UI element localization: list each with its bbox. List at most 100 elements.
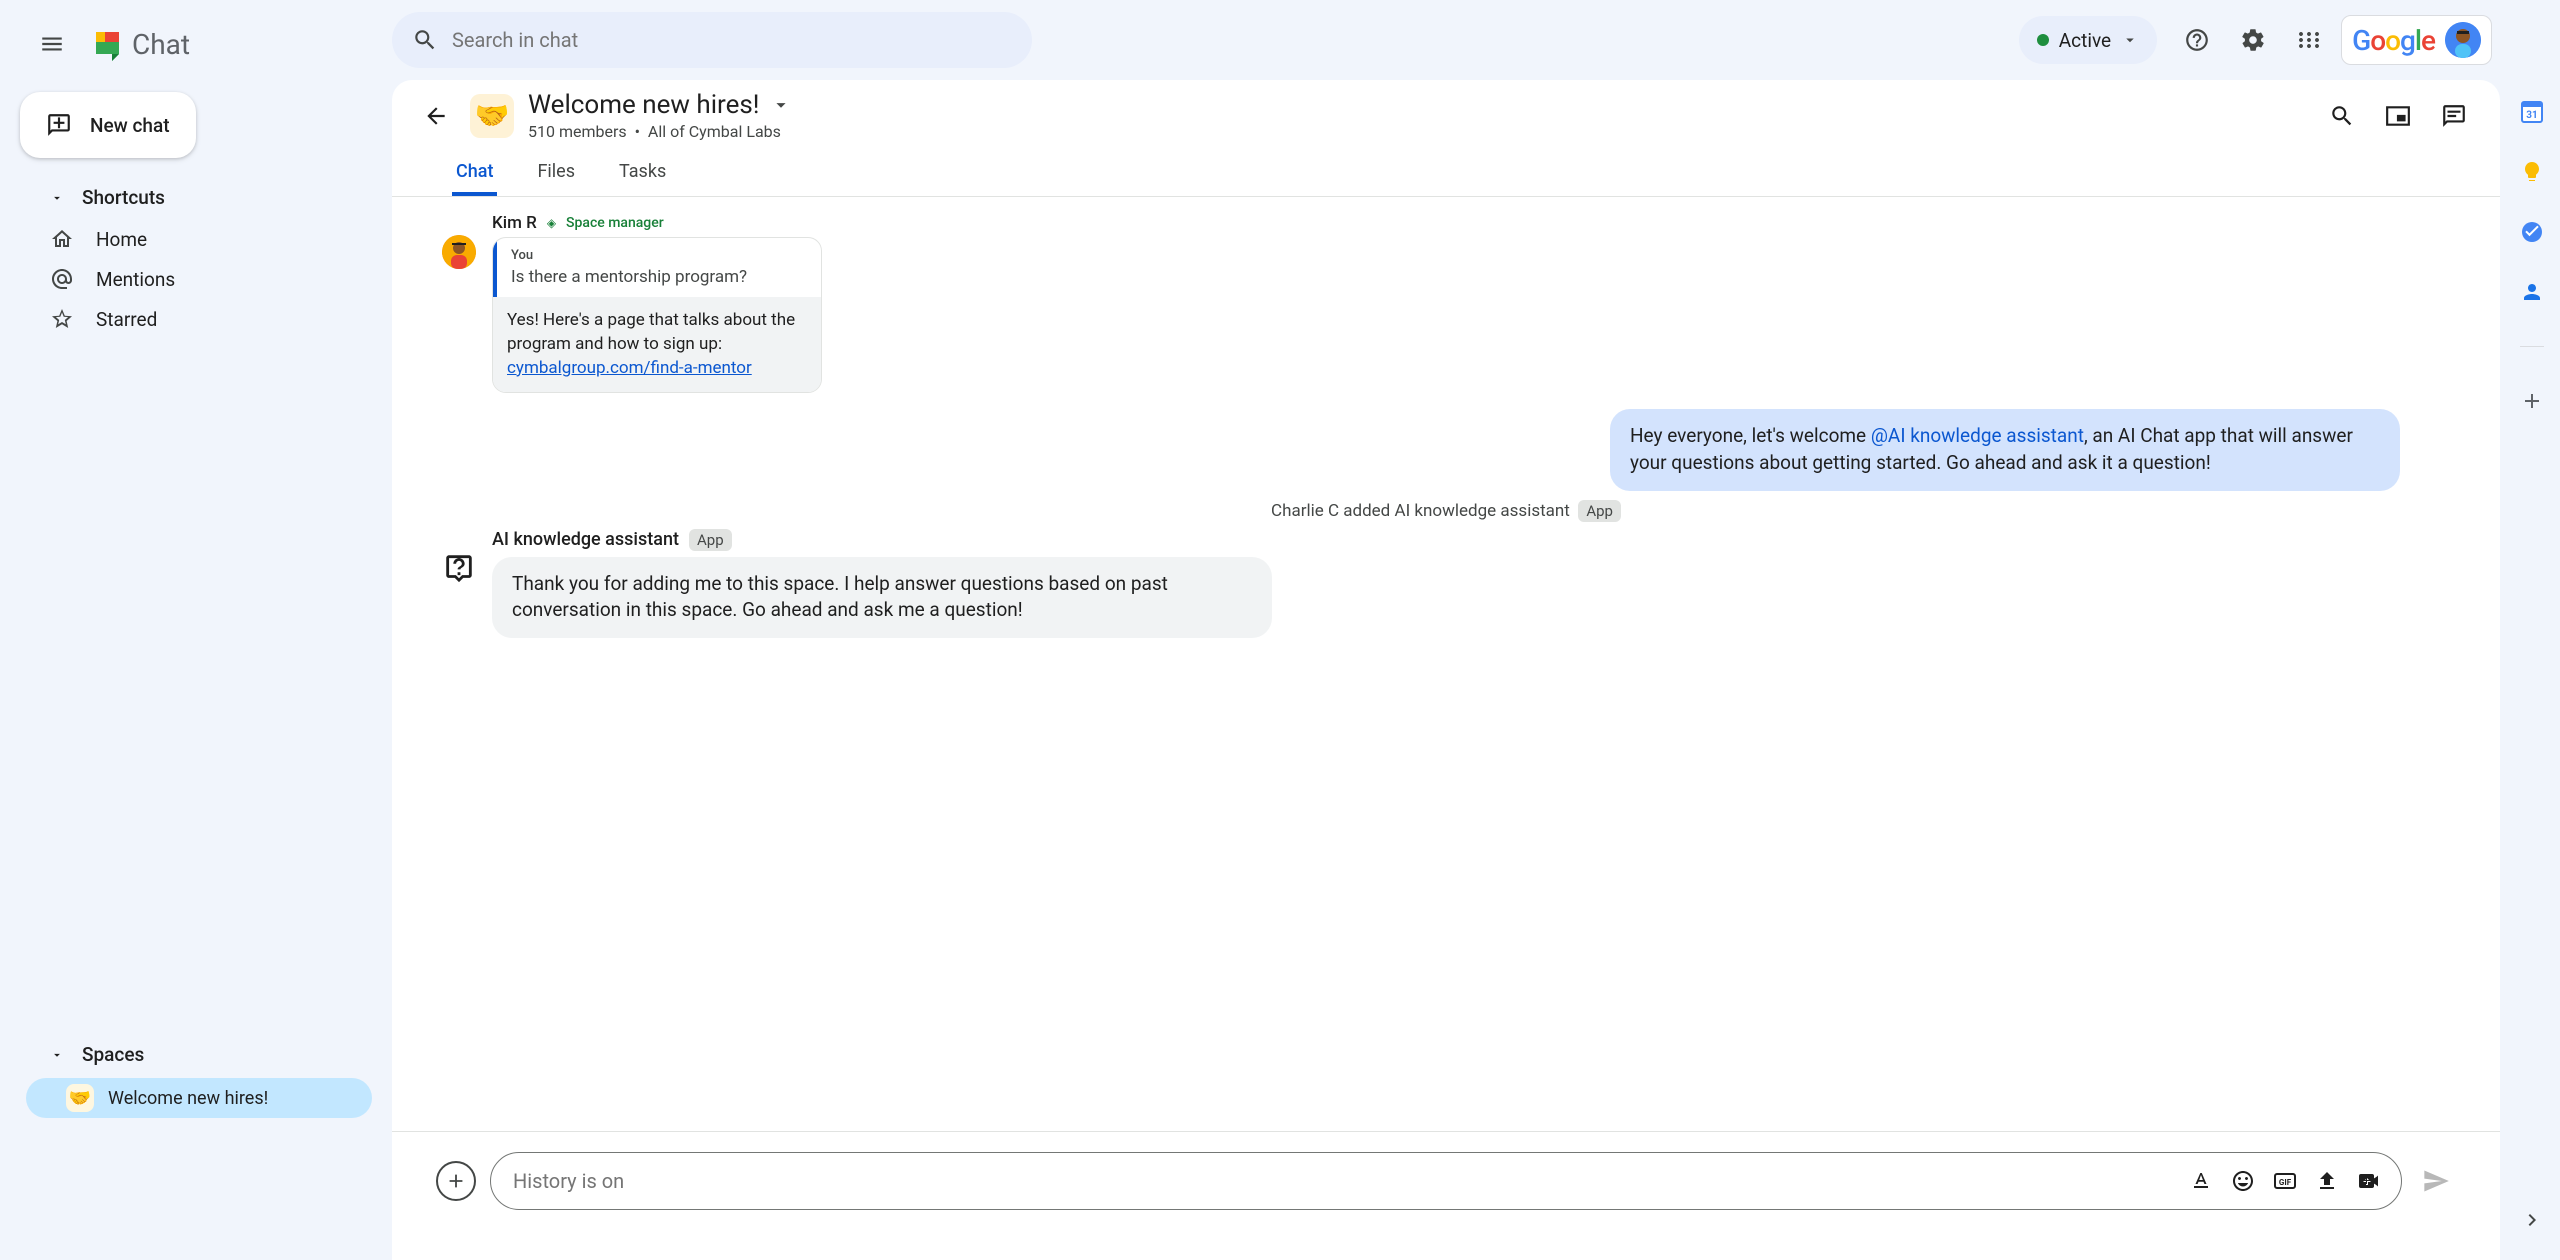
home-icon <box>50 227 74 251</box>
apps-button[interactable] <box>2285 16 2333 64</box>
status-label: Active <box>2059 29 2111 52</box>
spaces-header[interactable]: Spaces <box>0 1033 392 1076</box>
chevron-down-icon <box>50 1048 64 1062</box>
kim-avatar <box>442 235 476 269</box>
emoji-button[interactable] <box>2225 1163 2261 1199</box>
tab-chat[interactable]: Chat <box>452 149 497 196</box>
mentions-icon <box>50 267 74 291</box>
main-column: Active Google <box>392 0 2504 1260</box>
get-addons-button[interactable] <box>2520 389 2544 413</box>
compose-input-wrapper[interactable]: GIF <box>490 1152 2402 1210</box>
sidebar-item-starred[interactable]: Starred <box>0 299 372 339</box>
thread-panel-button[interactable] <box>2432 94 2476 138</box>
gear-icon <box>2240 27 2266 53</box>
space-item-welcome-new-hires[interactable]: 🤝 Welcome new hires! <box>26 1078 372 1118</box>
quote-author: You <box>511 248 807 263</box>
reply-link[interactable]: cymbalgroup.com/find-a-mentor <box>507 358 752 378</box>
back-button[interactable] <box>416 96 456 136</box>
gif-button[interactable]: GIF <box>2267 1163 2303 1199</box>
chat-panel: 🤝 Welcome new hires! 510 members • All o… <box>392 80 2500 1260</box>
composer: GIF <box>392 1132 2500 1260</box>
ai-avatar <box>442 551 476 585</box>
ai-message-body: Thank you for adding me to this space. I… <box>492 557 1272 638</box>
app-name: Chat <box>132 28 190 61</box>
sender-name: Kim R <box>492 213 537 233</box>
arrow-left-icon <box>423 103 449 129</box>
gif-icon: GIF <box>2273 1169 2297 1193</box>
sidebar-item-home[interactable]: Home <box>0 219 372 259</box>
sidebar-item-label: Starred <box>96 308 157 331</box>
quote-text: Is there a mentorship program? <box>511 267 807 287</box>
upload-button[interactable] <box>2309 1163 2345 1199</box>
emoji-icon <box>2231 1169 2255 1193</box>
reply-body: Yes! Here's a page that talks about the … <box>493 297 821 392</box>
ai-bot-icon <box>442 551 476 585</box>
search-in-space-button[interactable] <box>2320 94 2364 138</box>
chevron-down-icon <box>2121 31 2139 49</box>
send-button[interactable] <box>2416 1161 2456 1201</box>
new-chat-icon <box>46 112 72 138</box>
space-avatar: 🤝 <box>470 94 514 138</box>
sender-role: Space manager <box>566 215 664 231</box>
chevron-down-icon <box>50 191 64 205</box>
help-button[interactable] <box>2173 16 2221 64</box>
system-event: Charlie C added AI knowledge assistant A… <box>442 501 2450 521</box>
status-dot-icon <box>2037 34 2049 46</box>
chevron-down-icon[interactable] <box>770 94 792 116</box>
side-panel-toggle[interactable] <box>2512 1200 2552 1240</box>
tab-tasks[interactable]: Tasks <box>615 149 670 196</box>
top-icons: Google <box>2173 15 2492 65</box>
apps-grid-icon <box>2297 28 2321 52</box>
manager-diamond-icon: ◈ <box>547 216 556 230</box>
chevron-right-icon <box>2520 1208 2544 1232</box>
contacts-app-icon[interactable] <box>2520 280 2544 304</box>
menu-icon <box>39 31 65 57</box>
left-sidebar: Chat New chat Shortcuts Home Mentions St… <box>0 0 392 1260</box>
message-kim: Kim R ◈ Space manager You Is there a men… <box>442 213 2450 393</box>
new-chat-button[interactable]: New chat <box>20 92 196 158</box>
format-button[interactable] <box>2183 1163 2219 1199</box>
main-menu-button[interactable] <box>28 20 76 68</box>
tabs: Chat Files Tasks <box>392 149 2500 197</box>
space-subtitle: 510 members • All of Cymbal Labs <box>528 122 792 141</box>
video-button[interactable] <box>2351 1163 2387 1199</box>
chat-header: 🤝 Welcome new hires! 510 members • All o… <box>392 80 2500 141</box>
svg-text:31: 31 <box>2526 110 2537 121</box>
upload-icon <box>2315 1169 2339 1193</box>
tab-files[interactable]: Files <box>533 149 579 196</box>
sidebar-item-label: Mentions <box>96 268 175 291</box>
calendar-app-icon[interactable]: 31 <box>2520 100 2544 124</box>
starred-icon <box>50 307 74 331</box>
help-icon <box>2184 27 2210 53</box>
settings-button[interactable] <box>2229 16 2277 64</box>
ai-mention[interactable]: @AI knowledge assistant <box>1871 424 2084 447</box>
google-account[interactable]: Google <box>2341 15 2492 65</box>
spaces-section: Spaces 🤝 Welcome new hires! <box>0 1033 392 1260</box>
top-bar-left: Chat <box>0 12 392 76</box>
new-chat-label: New chat <box>90 114 170 137</box>
status-chip[interactable]: Active <box>2019 16 2157 64</box>
pip-button[interactable] <box>2376 94 2420 138</box>
top-bar: Active Google <box>392 0 2504 80</box>
tasks-app-icon[interactable] <box>2520 220 2544 244</box>
app-badge: App <box>1578 500 1621 522</box>
svg-text:GIF: GIF <box>2279 1178 2292 1187</box>
space-title: Welcome new hires! <box>528 90 760 120</box>
search-input[interactable] <box>452 28 1012 52</box>
sidebar-item-mentions[interactable]: Mentions <box>0 259 372 299</box>
app-badge: App <box>689 529 732 551</box>
shortcuts-header[interactable]: Shortcuts <box>0 176 392 219</box>
pip-icon <box>2385 103 2411 129</box>
header-actions <box>2320 94 2476 138</box>
add-button[interactable] <box>436 1161 476 1201</box>
search-box[interactable] <box>392 12 1032 68</box>
sidebar-item-label: Home <box>96 228 147 251</box>
chat-logo-icon <box>86 24 126 64</box>
chat-logo: Chat <box>80 24 190 64</box>
send-icon <box>2422 1167 2450 1195</box>
handshake-icon: 🤝 <box>66 1084 94 1112</box>
compose-input[interactable] <box>513 1169 2177 1193</box>
space-item-label: Welcome new hires! <box>108 1088 268 1109</box>
user-avatar[interactable] <box>2445 22 2481 58</box>
keep-app-icon[interactable] <box>2520 160 2544 184</box>
